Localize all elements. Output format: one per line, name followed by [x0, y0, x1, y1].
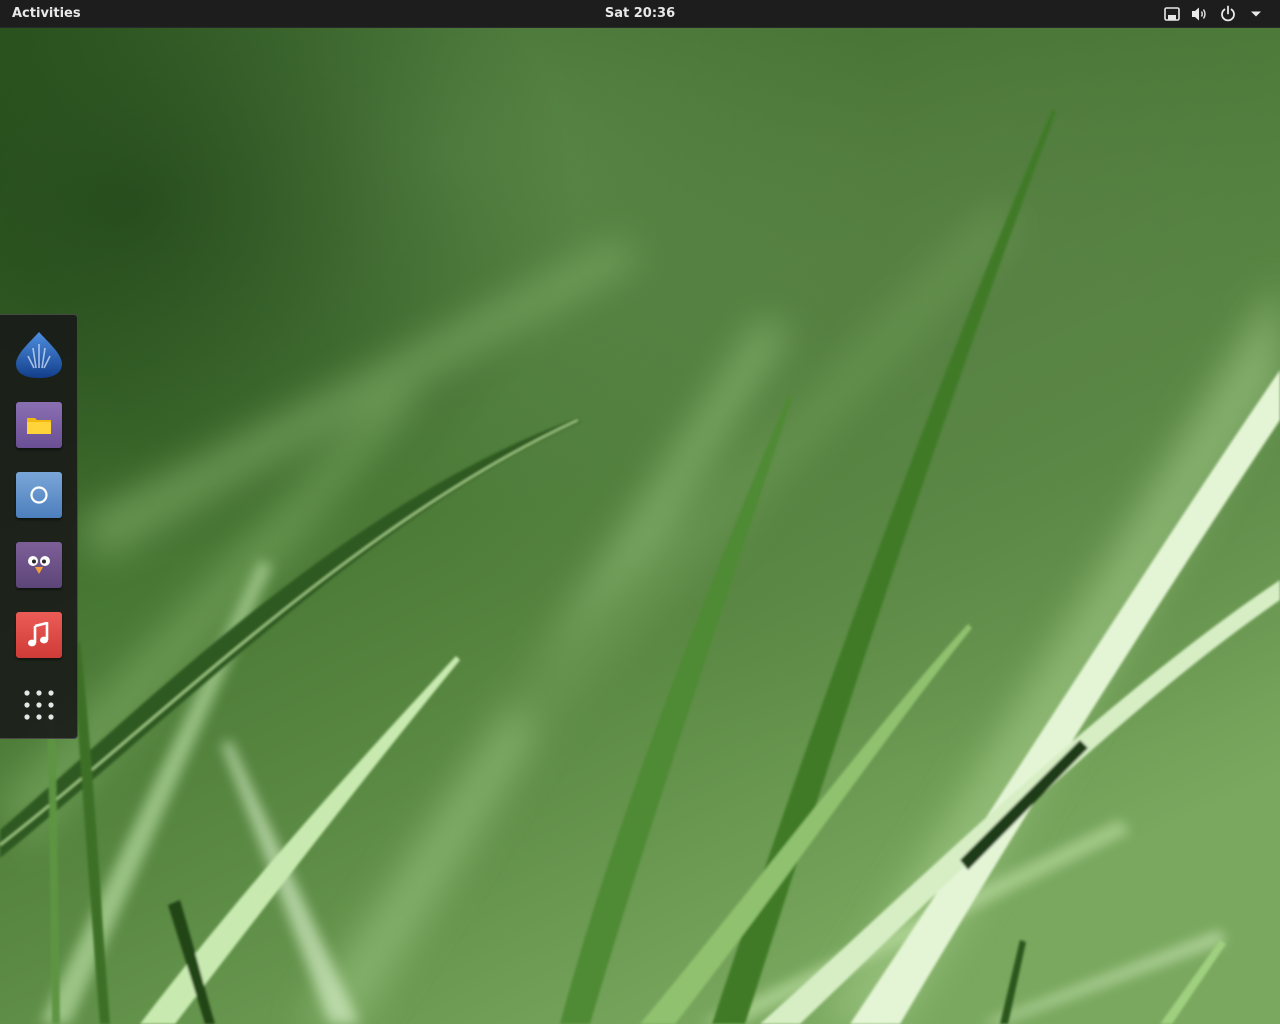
dock-item-music[interactable]: [14, 610, 64, 660]
dock-item-pidgin[interactable]: [14, 540, 64, 590]
system-tray[interactable]: [1162, 0, 1266, 28]
files-icon: [16, 402, 62, 448]
music-icon: [16, 612, 62, 658]
dock-item-installer[interactable]: [14, 330, 64, 380]
top-bar: Activities Sat 20:36: [0, 0, 1280, 28]
dock-item-browser[interactable]: [14, 470, 64, 520]
web-browser-icon: [16, 472, 62, 518]
dropdown-arrow-icon[interactable]: [1246, 4, 1266, 24]
activities-button[interactable]: Activities: [12, 0, 81, 28]
clock-label[interactable]: Sat 20:36: [605, 6, 675, 21]
desktop-wallpaper: [0, 0, 1280, 1024]
pidgin-icon: [16, 542, 62, 588]
volume-icon[interactable]: [1190, 4, 1210, 24]
clock: Sat 20:36: [0, 0, 1280, 28]
anaconda-installer-icon: [16, 332, 62, 378]
show-applications-icon: [24, 690, 54, 720]
dock-item-files[interactable]: [14, 400, 64, 450]
desktop[interactable]: Activities Sat 20:36: [0, 0, 1280, 1024]
network-wired-icon[interactable]: [1162, 4, 1182, 24]
power-icon[interactable]: [1218, 4, 1238, 24]
show-applications-button[interactable]: [14, 680, 64, 730]
dash-dock: [0, 314, 78, 739]
